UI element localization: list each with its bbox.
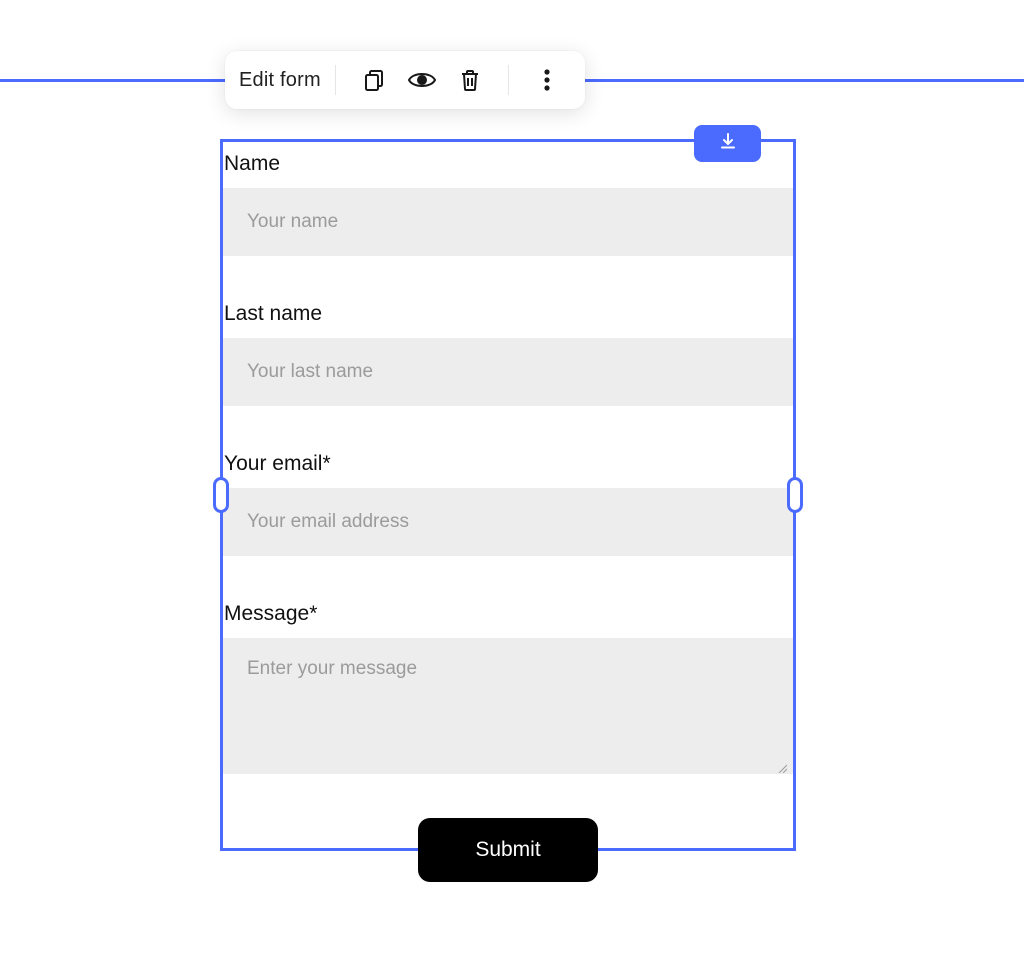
form-selection[interactable]: Name Last name Your email* Message* bbox=[220, 139, 796, 851]
copy-icon bbox=[362, 68, 386, 92]
field-group-email: Your email* bbox=[223, 448, 793, 556]
toolbar-separator bbox=[335, 65, 336, 95]
last-name-label: Last name bbox=[223, 298, 793, 338]
name-input[interactable] bbox=[245, 210, 771, 234]
resize-handle-left[interactable] bbox=[213, 477, 229, 513]
submit-wrap: Submit bbox=[223, 818, 793, 882]
submit-button[interactable]: Submit bbox=[418, 818, 598, 882]
download-icon bbox=[719, 132, 737, 155]
toolbar-title: Edit form bbox=[239, 69, 321, 92]
download-button[interactable] bbox=[694, 125, 761, 162]
trash-icon bbox=[459, 68, 481, 92]
field-group-name: Name bbox=[223, 148, 793, 256]
kebab-icon bbox=[544, 69, 550, 91]
more-options-button[interactable] bbox=[527, 60, 567, 100]
email-label: Your email* bbox=[223, 448, 793, 488]
last-name-input[interactable] bbox=[245, 360, 771, 384]
toolbar-separator bbox=[508, 65, 509, 95]
name-input-wrap bbox=[223, 188, 793, 256]
last-name-input-wrap bbox=[223, 338, 793, 406]
delete-button[interactable] bbox=[450, 60, 490, 100]
preview-button[interactable] bbox=[402, 60, 442, 100]
field-group-last-name: Last name bbox=[223, 298, 793, 406]
message-textarea-wrap bbox=[223, 638, 793, 774]
message-label: Message* bbox=[223, 598, 793, 638]
message-textarea[interactable] bbox=[245, 656, 771, 756]
form-content: Name Last name Your email* Message* bbox=[223, 142, 793, 882]
editor-toolbar: Edit form bbox=[225, 51, 585, 109]
email-input-wrap bbox=[223, 488, 793, 556]
resize-handle-right[interactable] bbox=[787, 477, 803, 513]
textarea-resize-icon[interactable] bbox=[777, 760, 787, 770]
email-input[interactable] bbox=[245, 510, 771, 534]
field-group-message: Message* bbox=[223, 598, 793, 774]
eye-icon bbox=[407, 68, 437, 92]
copy-button[interactable] bbox=[354, 60, 394, 100]
